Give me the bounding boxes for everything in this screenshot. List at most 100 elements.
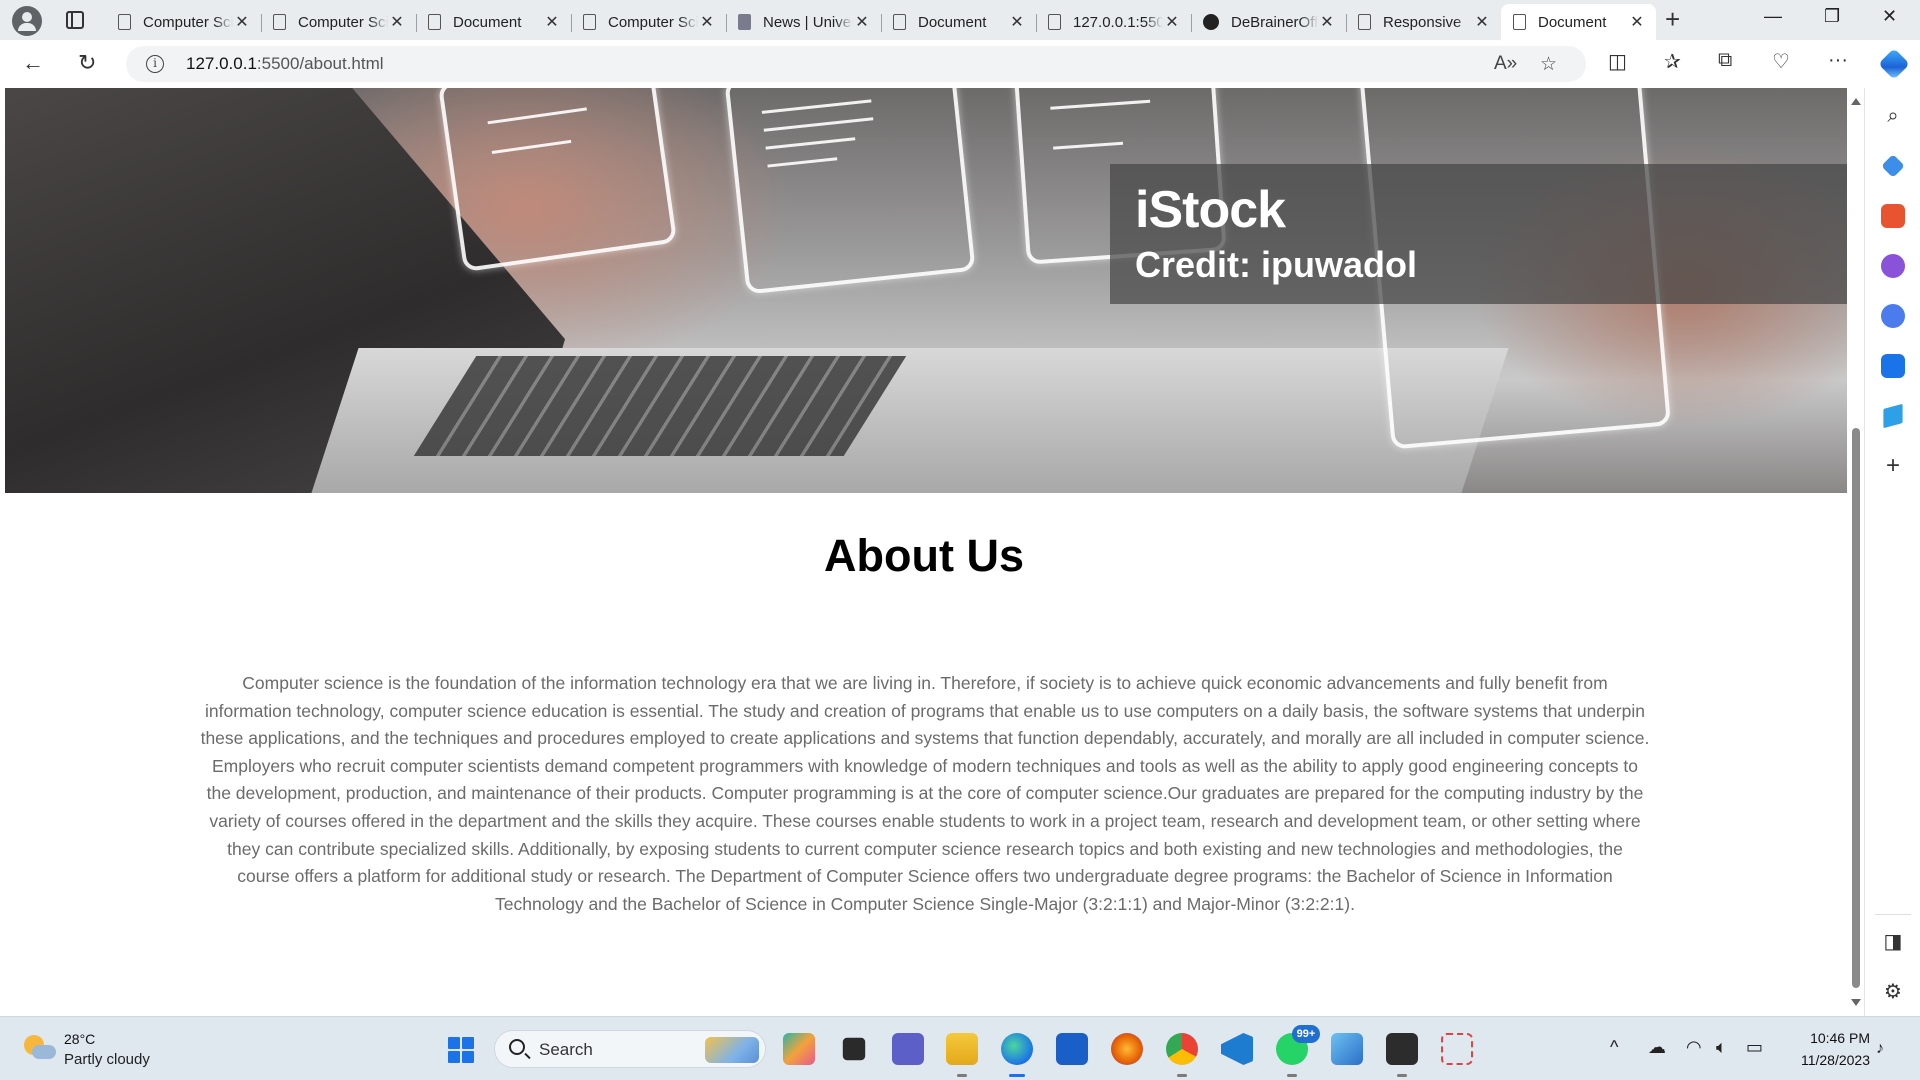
tab-active[interactable]: Document ✕: [1501, 4, 1656, 40]
refresh-icon[interactable]: ↻: [78, 50, 96, 76]
close-icon[interactable]: ✕: [1473, 12, 1491, 32]
edge-browser-icon[interactable]: [1001, 1033, 1033, 1077]
close-icon[interactable]: ✕: [1163, 12, 1181, 32]
tab[interactable]: 127.0.0.1:5500 ✕: [1036, 6, 1191, 38]
browser-essentials-icon[interactable]: ♡: [1772, 49, 1790, 74]
page-viewport: iStock Credit: ipuwadol About Us Compute…: [0, 88, 1848, 1016]
stock-watermark: iStock Credit: ipuwadol: [1110, 164, 1847, 304]
navigation-bar: ← ↻ i 127.0.0.1:5500/about.html A» ☆ ◫ ✰…: [0, 40, 1920, 88]
tab[interactable]: Computer Science ✕: [261, 6, 416, 38]
shopping-tag-icon[interactable]: [1881, 154, 1905, 178]
whatsapp-icon[interactable]: 99+: [1276, 1025, 1320, 1077]
page-icon: [1048, 14, 1061, 30]
taskbar-search[interactable]: Search: [494, 1030, 766, 1068]
read-aloud-icon[interactable]: A»: [1494, 53, 1517, 75]
tab-title: News | University: [763, 13, 853, 31]
address-bar[interactable]: i 127.0.0.1:5500/about.html A» ☆: [126, 46, 1586, 82]
add-sidebar-app-icon[interactable]: +: [1881, 454, 1905, 478]
show-hidden-icons-chevron-icon[interactable]: ^: [1610, 1037, 1618, 1058]
close-icon[interactable]: ✕: [1628, 12, 1646, 32]
tab-title: Computer Science: [298, 13, 388, 31]
windows-start-icon[interactable]: [448, 1037, 474, 1063]
onedrive-cloud-icon[interactable]: ☁: [1648, 1037, 1666, 1058]
clock-date[interactable]: 11/28/2023: [1786, 1052, 1870, 1068]
close-icon[interactable]: ✕: [233, 12, 251, 32]
task-view-icon[interactable]: [842, 1037, 866, 1061]
tab[interactable]: Responsive ✕: [1346, 6, 1501, 38]
wifi-icon[interactable]: ◠: [1686, 1037, 1702, 1058]
profile-icon[interactable]: [12, 6, 42, 36]
sidebar-settings-gear-icon[interactable]: ⚙: [1881, 980, 1905, 1004]
collections-icon[interactable]: ⧉: [1718, 49, 1732, 72]
tab[interactable]: News | University ✕: [726, 6, 881, 38]
tab[interactable]: DeBrainerOfficial ✕: [1191, 6, 1346, 38]
battery-icon[interactable]: ▭: [1746, 1037, 1763, 1058]
tab[interactable]: Computer Science ✕: [571, 6, 726, 38]
photos-app-icon[interactable]: [1331, 1033, 1363, 1065]
tools-icon[interactable]: [1881, 204, 1905, 228]
vscode-icon[interactable]: [1221, 1033, 1253, 1065]
close-icon[interactable]: ✕: [1008, 12, 1026, 32]
tab-list: Computer Science ✕ Computer Science ✕ Do…: [106, 4, 1656, 40]
sidebar-search-icon[interactable]: ⌕: [1881, 104, 1905, 128]
document-line: [763, 117, 874, 132]
microsoft-store-icon[interactable]: [1056, 1033, 1088, 1065]
weather-partly-cloudy-icon[interactable]: [24, 1033, 56, 1063]
copilot-preview-app-icon[interactable]: [783, 1033, 815, 1065]
file-explorer-icon[interactable]: [946, 1033, 978, 1077]
minimize-icon[interactable]: —: [1764, 6, 1782, 27]
weather-temperature[interactable]: 28°C: [64, 1031, 95, 1047]
page-icon: [118, 14, 131, 30]
snipping-tool-icon[interactable]: [1441, 1033, 1473, 1065]
url-path: :5500/about.html: [256, 54, 384, 73]
games-icon[interactable]: [1881, 254, 1905, 278]
hide-sidebar-icon[interactable]: ◨: [1881, 930, 1905, 954]
outlook-icon[interactable]: [1881, 354, 1905, 378]
tab-title: Document: [918, 13, 987, 31]
document-card-graphic: [437, 88, 678, 273]
search-highlight-art: [705, 1037, 759, 1063]
restore-icon[interactable]: ❐: [1824, 6, 1840, 27]
github-icon: [1203, 14, 1219, 30]
notification-bell-icon[interactable]: ♪: [1876, 1040, 1884, 1058]
document-line: [487, 107, 587, 125]
back-arrow-icon[interactable]: ←: [22, 50, 44, 76]
favorite-star-icon[interactable]: ☆: [1540, 53, 1557, 76]
favorites-icon[interactable]: ✰: [1664, 49, 1681, 74]
tab[interactable]: Computer Science ✕: [106, 6, 261, 38]
document-line: [1050, 99, 1151, 110]
firefox-icon[interactable]: [1111, 1033, 1143, 1065]
close-icon[interactable]: ✕: [388, 12, 406, 32]
teams-icon[interactable]: [892, 1033, 924, 1065]
split-screen-icon[interactable]: ◫: [1608, 49, 1627, 74]
document-line: [765, 137, 856, 150]
tab[interactable]: Document ✕: [416, 6, 571, 38]
weather-description[interactable]: Partly cloudy: [64, 1051, 150, 1068]
terminal-icon[interactable]: [1386, 1033, 1418, 1077]
workspaces-icon[interactable]: [66, 11, 84, 29]
tab[interactable]: Document ✕: [881, 6, 1036, 38]
scroll-up-arrow-icon[interactable]: [1851, 98, 1861, 105]
url-text[interactable]: 127.0.0.1:5500/about.html: [186, 54, 384, 74]
scroll-down-arrow-icon[interactable]: [1851, 999, 1861, 1006]
close-icon[interactable]: ✕: [698, 12, 716, 32]
send-icon[interactable]: [1883, 403, 1903, 429]
sidebar-divider: [1875, 914, 1911, 915]
page-icon: [1513, 14, 1526, 30]
microsoft-365-icon[interactable]: [1881, 304, 1905, 328]
clock-time[interactable]: 10:46 PM: [1800, 1030, 1870, 1046]
notification-badge: 99+: [1292, 1025, 1320, 1043]
page-scrollbar[interactable]: [1848, 88, 1864, 1016]
close-icon[interactable]: ✕: [1318, 12, 1336, 32]
page-icon: [273, 14, 286, 30]
close-icon[interactable]: ✕: [543, 12, 561, 32]
window-close-icon[interactable]: ✕: [1882, 6, 1897, 27]
site-info-icon[interactable]: i: [146, 55, 164, 73]
chrome-icon[interactable]: [1166, 1033, 1198, 1077]
more-options-icon[interactable]: ···: [1828, 49, 1848, 72]
photo-credit: Credit: ipuwadol: [1135, 244, 1417, 285]
close-icon[interactable]: ✕: [853, 12, 871, 32]
volume-icon[interactable]: 🔈︎: [1716, 1037, 1727, 1058]
new-tab-button[interactable]: +: [1665, 4, 1680, 35]
scrollbar-thumb[interactable]: [1852, 428, 1860, 988]
